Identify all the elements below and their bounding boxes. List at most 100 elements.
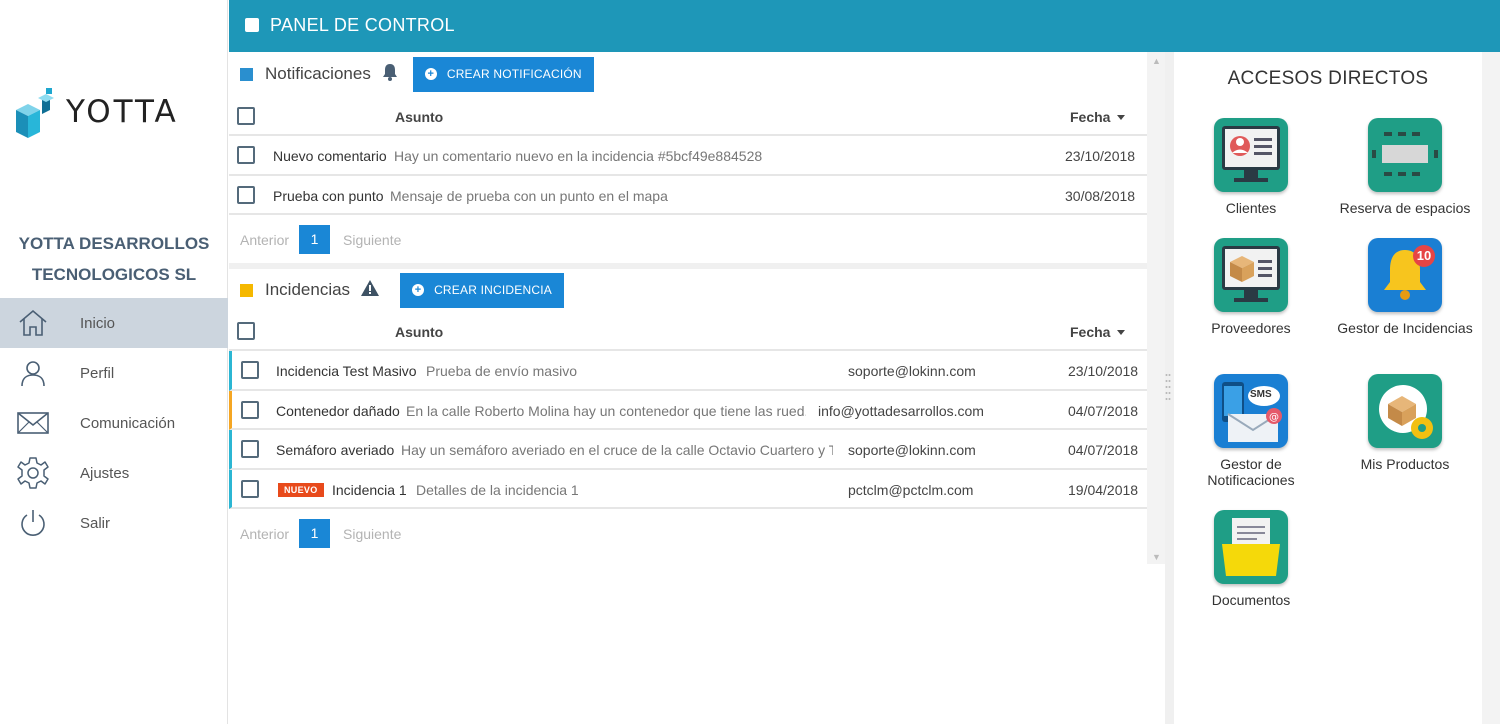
table-row[interactable]: Prueba con punto Mensaje de prueba con u…: [229, 176, 1147, 215]
splitter-grip-icon[interactable]: [1165, 372, 1171, 406]
row-desc: Mensaje de prueba con un punto en el map…: [390, 187, 668, 204]
shortcut-mis-productos[interactable]: Mis Productos: [1330, 374, 1480, 472]
plus-circle-icon: +: [424, 68, 437, 80]
main-scrollbar[interactable]: ▲ ▼: [1147, 52, 1165, 564]
col-asunto: Asunto: [395, 109, 444, 125]
row-email: soporte@lokinn.com: [848, 363, 976, 379]
shortcut-proveedores[interactable]: Proveedores: [1176, 238, 1326, 336]
col-fecha-sort[interactable]: Fecha: [1070, 324, 1110, 340]
prev-page-link[interactable]: Anterior: [240, 232, 289, 248]
sidebar-item-label: Ajustes: [80, 464, 130, 482]
tile-label: Gestor de Notificaciones: [1207, 456, 1295, 488]
incidents-square-icon: [240, 283, 253, 297]
row-checkbox[interactable]: [241, 400, 259, 419]
row-date: 04/07/2018: [1068, 442, 1139, 458]
row-title: Incidencia 1: [332, 481, 407, 498]
sidebar-item-label: Inicio: [80, 314, 116, 332]
top-bar: PANEL DE CONTROL: [229, 0, 1500, 52]
svg-text:@: @: [1269, 412, 1279, 423]
table-row[interactable]: Incidencia Test Masivo Prueba de envío m…: [229, 351, 1147, 391]
clients-icon: [1214, 118, 1288, 192]
scroll-down-icon[interactable]: ▼: [1152, 552, 1161, 562]
select-all-checkbox[interactable]: [237, 107, 255, 125]
incidents-table-header: Asunto Fecha: [229, 311, 1147, 351]
products-icon: [1368, 374, 1442, 448]
row-title: Incidencia Test Masivo: [276, 363, 417, 379]
warning-icon: [360, 279, 380, 302]
header-square-icon: [245, 18, 259, 32]
row-title: Prueba con punto: [273, 187, 384, 204]
row-checkbox[interactable]: [237, 185, 255, 204]
shortcuts-scrollbar[interactable]: [1482, 52, 1500, 724]
row-desc: En la calle Roberto Molina hay un conten…: [406, 402, 806, 419]
row-checkbox[interactable]: [237, 146, 255, 164]
plus-circle-icon: +: [412, 284, 425, 296]
select-all-checkbox[interactable]: [237, 322, 255, 340]
sidebar-item-label: Salir: [80, 514, 111, 532]
table-row[interactable]: Semáforo averiado Hay un semáforo averia…: [229, 430, 1147, 470]
row-date: 04/07/2018: [1068, 402, 1139, 419]
shortcut-gestor-notificaciones[interactable]: @ SMS Gestor de Notificaciones: [1176, 374, 1326, 488]
sidebar-nav: Inicio Perfil Comunicación Ajustes Salir: [0, 298, 228, 548]
col-fecha-sort[interactable]: Fecha: [1070, 109, 1110, 125]
scroll-up-icon[interactable]: ▲: [1152, 56, 1161, 66]
suppliers-icon: [1214, 238, 1288, 312]
row-email: soporte@lokinn.com: [848, 442, 976, 458]
row-email: info@yottadesarrollos.com: [818, 402, 984, 419]
notifications-title: Notificaciones: [265, 64, 371, 83]
sms-label: SMS: [1250, 389, 1272, 400]
page-1-button[interactable]: 1: [299, 519, 330, 548]
notifications-table-header: Asunto Fecha: [229, 96, 1147, 136]
shortcut-reserva-espacios[interactable]: Reserva de espacios: [1330, 118, 1480, 216]
tile-label: Reserva de espacios: [1339, 200, 1471, 216]
gear-icon: [0, 456, 80, 490]
incidents-count-badge: 10: [1416, 248, 1432, 263]
power-icon: [0, 508, 80, 538]
tile-label: Proveedores: [1211, 320, 1291, 336]
incident-bell-icon: 10: [1368, 238, 1442, 312]
create-notification-button[interactable]: + CREAR NOTIFICACIÓN: [412, 56, 594, 92]
incidents-pagination: Anterior 1 Siguiente: [229, 509, 1147, 557]
yotta-logo[interactable]: YOTTA: [14, 88, 214, 140]
shortcut-documentos[interactable]: Documentos: [1176, 510, 1326, 608]
row-date: 23/10/2018: [1068, 363, 1139, 379]
row-checkbox[interactable]: [241, 440, 259, 458]
sidebar-item-perfil[interactable]: Perfil: [0, 348, 228, 398]
page-1-button[interactable]: 1: [299, 225, 330, 254]
page-title: PANEL DE CONTROL: [270, 15, 455, 35]
sidebar-item-inicio[interactable]: Inicio: [0, 298, 228, 348]
shortcut-clientes[interactable]: Clientes: [1176, 118, 1326, 216]
table-row[interactable]: Contenedor dañado En la calle Roberto Mo…: [229, 390, 1147, 430]
home-icon: [0, 308, 80, 338]
logo-wordmark: YOTTA: [66, 94, 179, 130]
button-label: CREAR INCIDENCIA: [434, 283, 552, 297]
sidebar-item-ajustes[interactable]: Ajustes: [0, 448, 228, 498]
row-title: Contenedor dañado: [276, 402, 400, 419]
logo-cube-icon: [16, 88, 54, 138]
tile-label: Clientes: [1225, 200, 1277, 216]
sort-caret-icon[interactable]: [1117, 330, 1125, 335]
sidebar-item-salir[interactable]: Salir: [0, 498, 228, 548]
tile-label: Documentos: [1211, 592, 1291, 608]
sidebar-item-label: Comunicación: [80, 414, 176, 432]
table-row[interactable]: Nuevo comentario Hay un comentario nuevo…: [229, 136, 1147, 176]
sidebar-item-comunicacion[interactable]: Comunicación: [0, 398, 228, 448]
prev-page-link[interactable]: Anterior: [240, 526, 289, 542]
incidents-title: Incidencias: [265, 280, 351, 299]
sidebar-item-label: Perfil: [80, 364, 115, 382]
button-label: CREAR NOTIFICACIÓN: [446, 67, 582, 81]
row-desc: Hay un semáforo averiado en el cruce de …: [401, 442, 833, 458]
row-date: 30/08/2018: [1065, 187, 1136, 204]
row-checkbox[interactable]: [241, 479, 259, 498]
create-incident-button[interactable]: + CREAR INCIDENCIA: [400, 272, 564, 308]
table-row[interactable]: NUEVO Incidencia 1 Detalles de la incide…: [229, 469, 1147, 509]
tile-label: Gestor de Incidencias: [1337, 320, 1473, 336]
shortcut-gestor-incidencias[interactable]: 10 Gestor de Incidencias: [1330, 238, 1480, 336]
row-checkbox[interactable]: [241, 361, 259, 379]
row-title: Nuevo comentario: [273, 148, 387, 164]
next-page-link[interactable]: Siguiente: [343, 232, 401, 248]
row-email: pctclm@pctclm.com: [848, 481, 974, 498]
sort-caret-icon[interactable]: [1117, 115, 1125, 120]
next-page-link[interactable]: Siguiente: [343, 526, 401, 542]
row-desc: Hay un comentario nuevo en la incidencia…: [394, 148, 763, 164]
